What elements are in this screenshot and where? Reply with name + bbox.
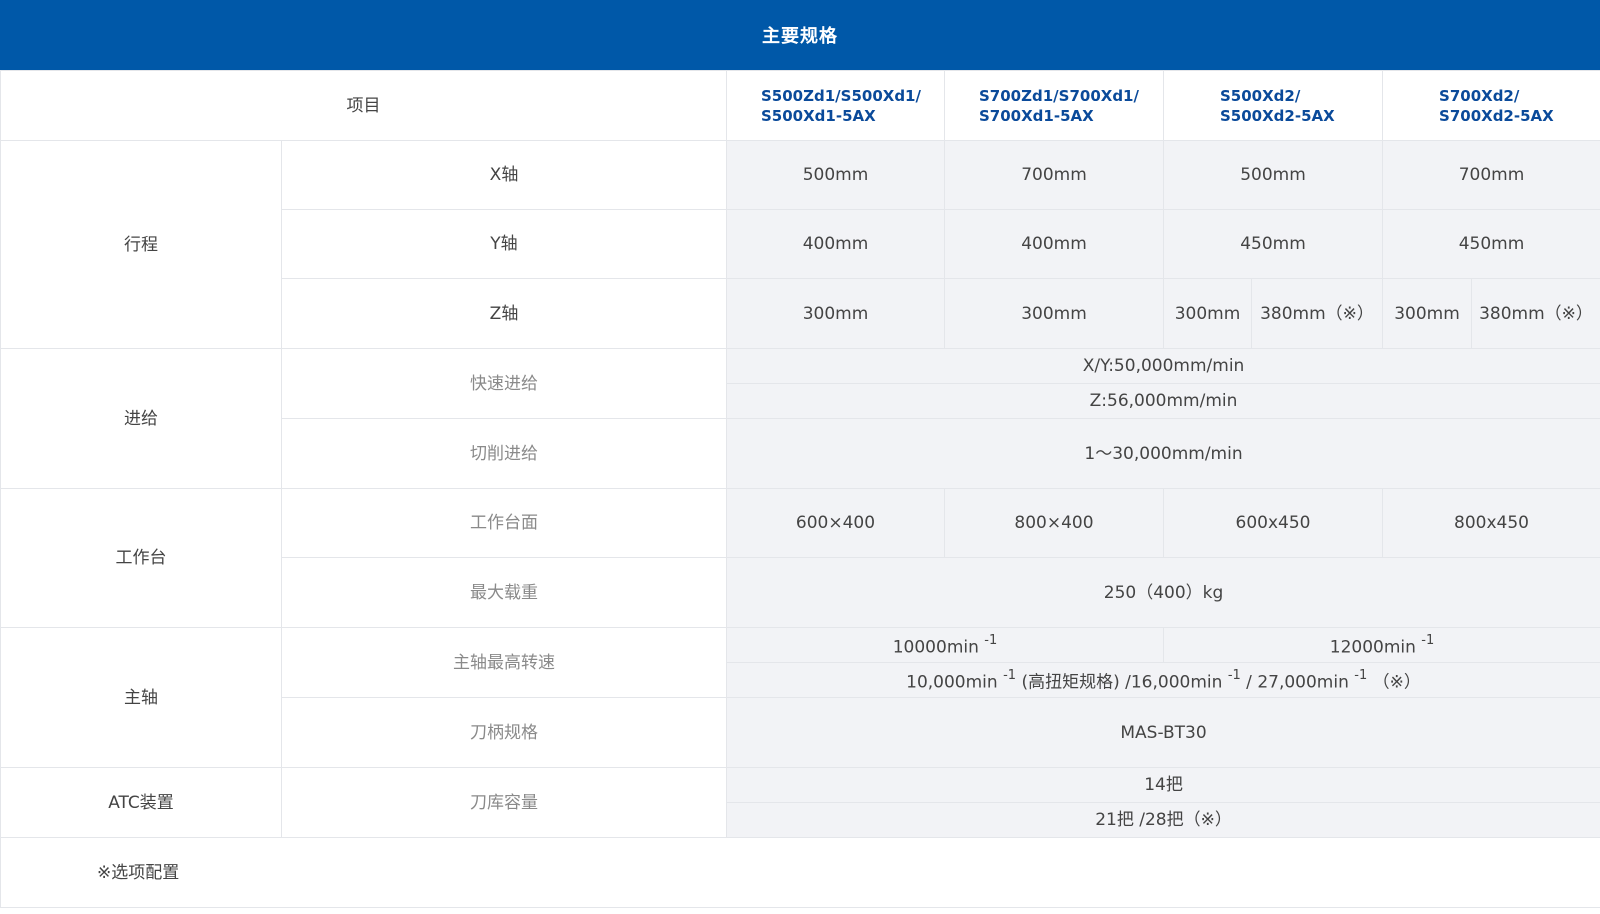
model-header-1: S500Zd1/S500Xd1/ S500Xd1-5AX — [726, 70, 945, 141]
max-load-value: 250（400）kg — [725, 557, 1600, 628]
model-header-2: S700Zd1/S700Xd1/ S700Xd1-5AX — [944, 70, 1164, 141]
spec-page: 主要规格 项目 S500Zd1/S500Xd1/ S500Xd1-5AX S70… — [0, 0, 1600, 914]
z-axis-value-2: 300mm — [944, 278, 1164, 349]
atc-label: ATC装置 — [0, 767, 282, 838]
table-surface-row: 工作台 工作台面 600×400 800×400 600x450 800x450 — [0, 488, 1600, 628]
spindle-speed-d2: 12000min -1 — [1162, 627, 1600, 663]
y-axis-value-2: 400mm — [944, 209, 1164, 279]
feed-label: 进给 — [0, 348, 282, 489]
rapid-feed-row-1: 进给 快速进给 X/Y:50,000mm/min — [0, 348, 1600, 489]
x-axis-value-4: 700mm — [1382, 140, 1600, 210]
y-axis-value-1: 400mm — [726, 209, 945, 279]
table-title: 主要规格 — [0, 0, 1600, 70]
spindle-speed-label: 主轴最高转速 — [281, 627, 727, 698]
tool-holder-value: MAS-BT30 — [725, 697, 1600, 768]
table-surface-value-1: 600×400 — [726, 488, 945, 558]
rapid-feed-xy: X/Y:50,000mm/min — [725, 348, 1600, 384]
travel-label: 行程 — [0, 140, 282, 349]
tool-holder-label: 刀柄规格 — [281, 697, 727, 768]
z-axis-value-4a: 300mm — [1382, 278, 1473, 349]
spindle-label: 主轴 — [0, 627, 282, 768]
z-axis-value-1: 300mm — [726, 278, 945, 349]
travel-x-row: 行程 X轴 500mm 700mm 500mm 700mm — [0, 140, 1600, 349]
tool-capacity-option: 21把 /28把（※） — [725, 802, 1600, 838]
max-load-label: 最大载重 — [281, 557, 727, 628]
table-label: 工作台 — [0, 488, 282, 628]
z-axis-value-3b: 380mm（※） — [1250, 278, 1384, 349]
table-surface-value-3: 600x450 — [1162, 488, 1384, 558]
footnote: ※选项配置 — [0, 837, 1600, 908]
model-header-4: S700Xd2/ S700Xd2-5AX — [1382, 70, 1600, 141]
table-surface-value-4: 800x450 — [1382, 488, 1600, 558]
tool-capacity-standard: 14把 — [725, 767, 1600, 803]
table-surface-label: 工作台面 — [281, 488, 727, 558]
x-axis-value-1: 500mm — [726, 140, 945, 210]
z-axis-label: Z轴 — [281, 278, 727, 349]
spindle-speed-options: 10,000min -1 (高扭矩规格) /16,000min -1 / 27,… — [725, 662, 1600, 698]
y-axis-value-4: 450mm — [1382, 209, 1600, 279]
x-axis-value-2: 700mm — [944, 140, 1164, 210]
item-header: 项目 — [0, 70, 727, 141]
atc-row-1: ATC装置 刀库容量 14把 — [0, 767, 1600, 838]
rapid-feed-z: Z:56,000mm/min — [725, 383, 1600, 419]
y-axis-label: Y轴 — [281, 209, 727, 279]
z-axis-value-4b: 380mm（※） — [1471, 278, 1600, 349]
spindle-speed-d1: 10000min -1 — [726, 627, 1164, 663]
y-axis-value-3: 450mm — [1162, 209, 1384, 279]
footnote-row: ※选项配置 — [0, 837, 1600, 908]
spec-table: 项目 S500Zd1/S500Xd1/ S500Xd1-5AX S700Zd1/… — [0, 70, 1600, 908]
x-axis-value-3: 500mm — [1162, 140, 1384, 210]
tool-capacity-label: 刀库容量 — [281, 767, 727, 838]
x-axis-label: X轴 — [281, 140, 727, 210]
cutting-feed-value: 1～30,000mm/min — [725, 418, 1600, 489]
rapid-feed-label: 快速进给 — [281, 348, 727, 419]
model-header-row: 项目 S500Zd1/S500Xd1/ S500Xd1-5AX S700Zd1/… — [0, 70, 1600, 141]
table-surface-value-2: 800×400 — [944, 488, 1164, 558]
cutting-feed-label: 切削进给 — [281, 418, 727, 489]
z-axis-value-3a: 300mm — [1163, 278, 1252, 349]
model-header-3: S500Xd2/ S500Xd2-5AX — [1162, 70, 1384, 141]
spindle-speed-row-1: 主轴 主轴最高转速 10000min -1 12000min -1 — [0, 627, 1600, 768]
